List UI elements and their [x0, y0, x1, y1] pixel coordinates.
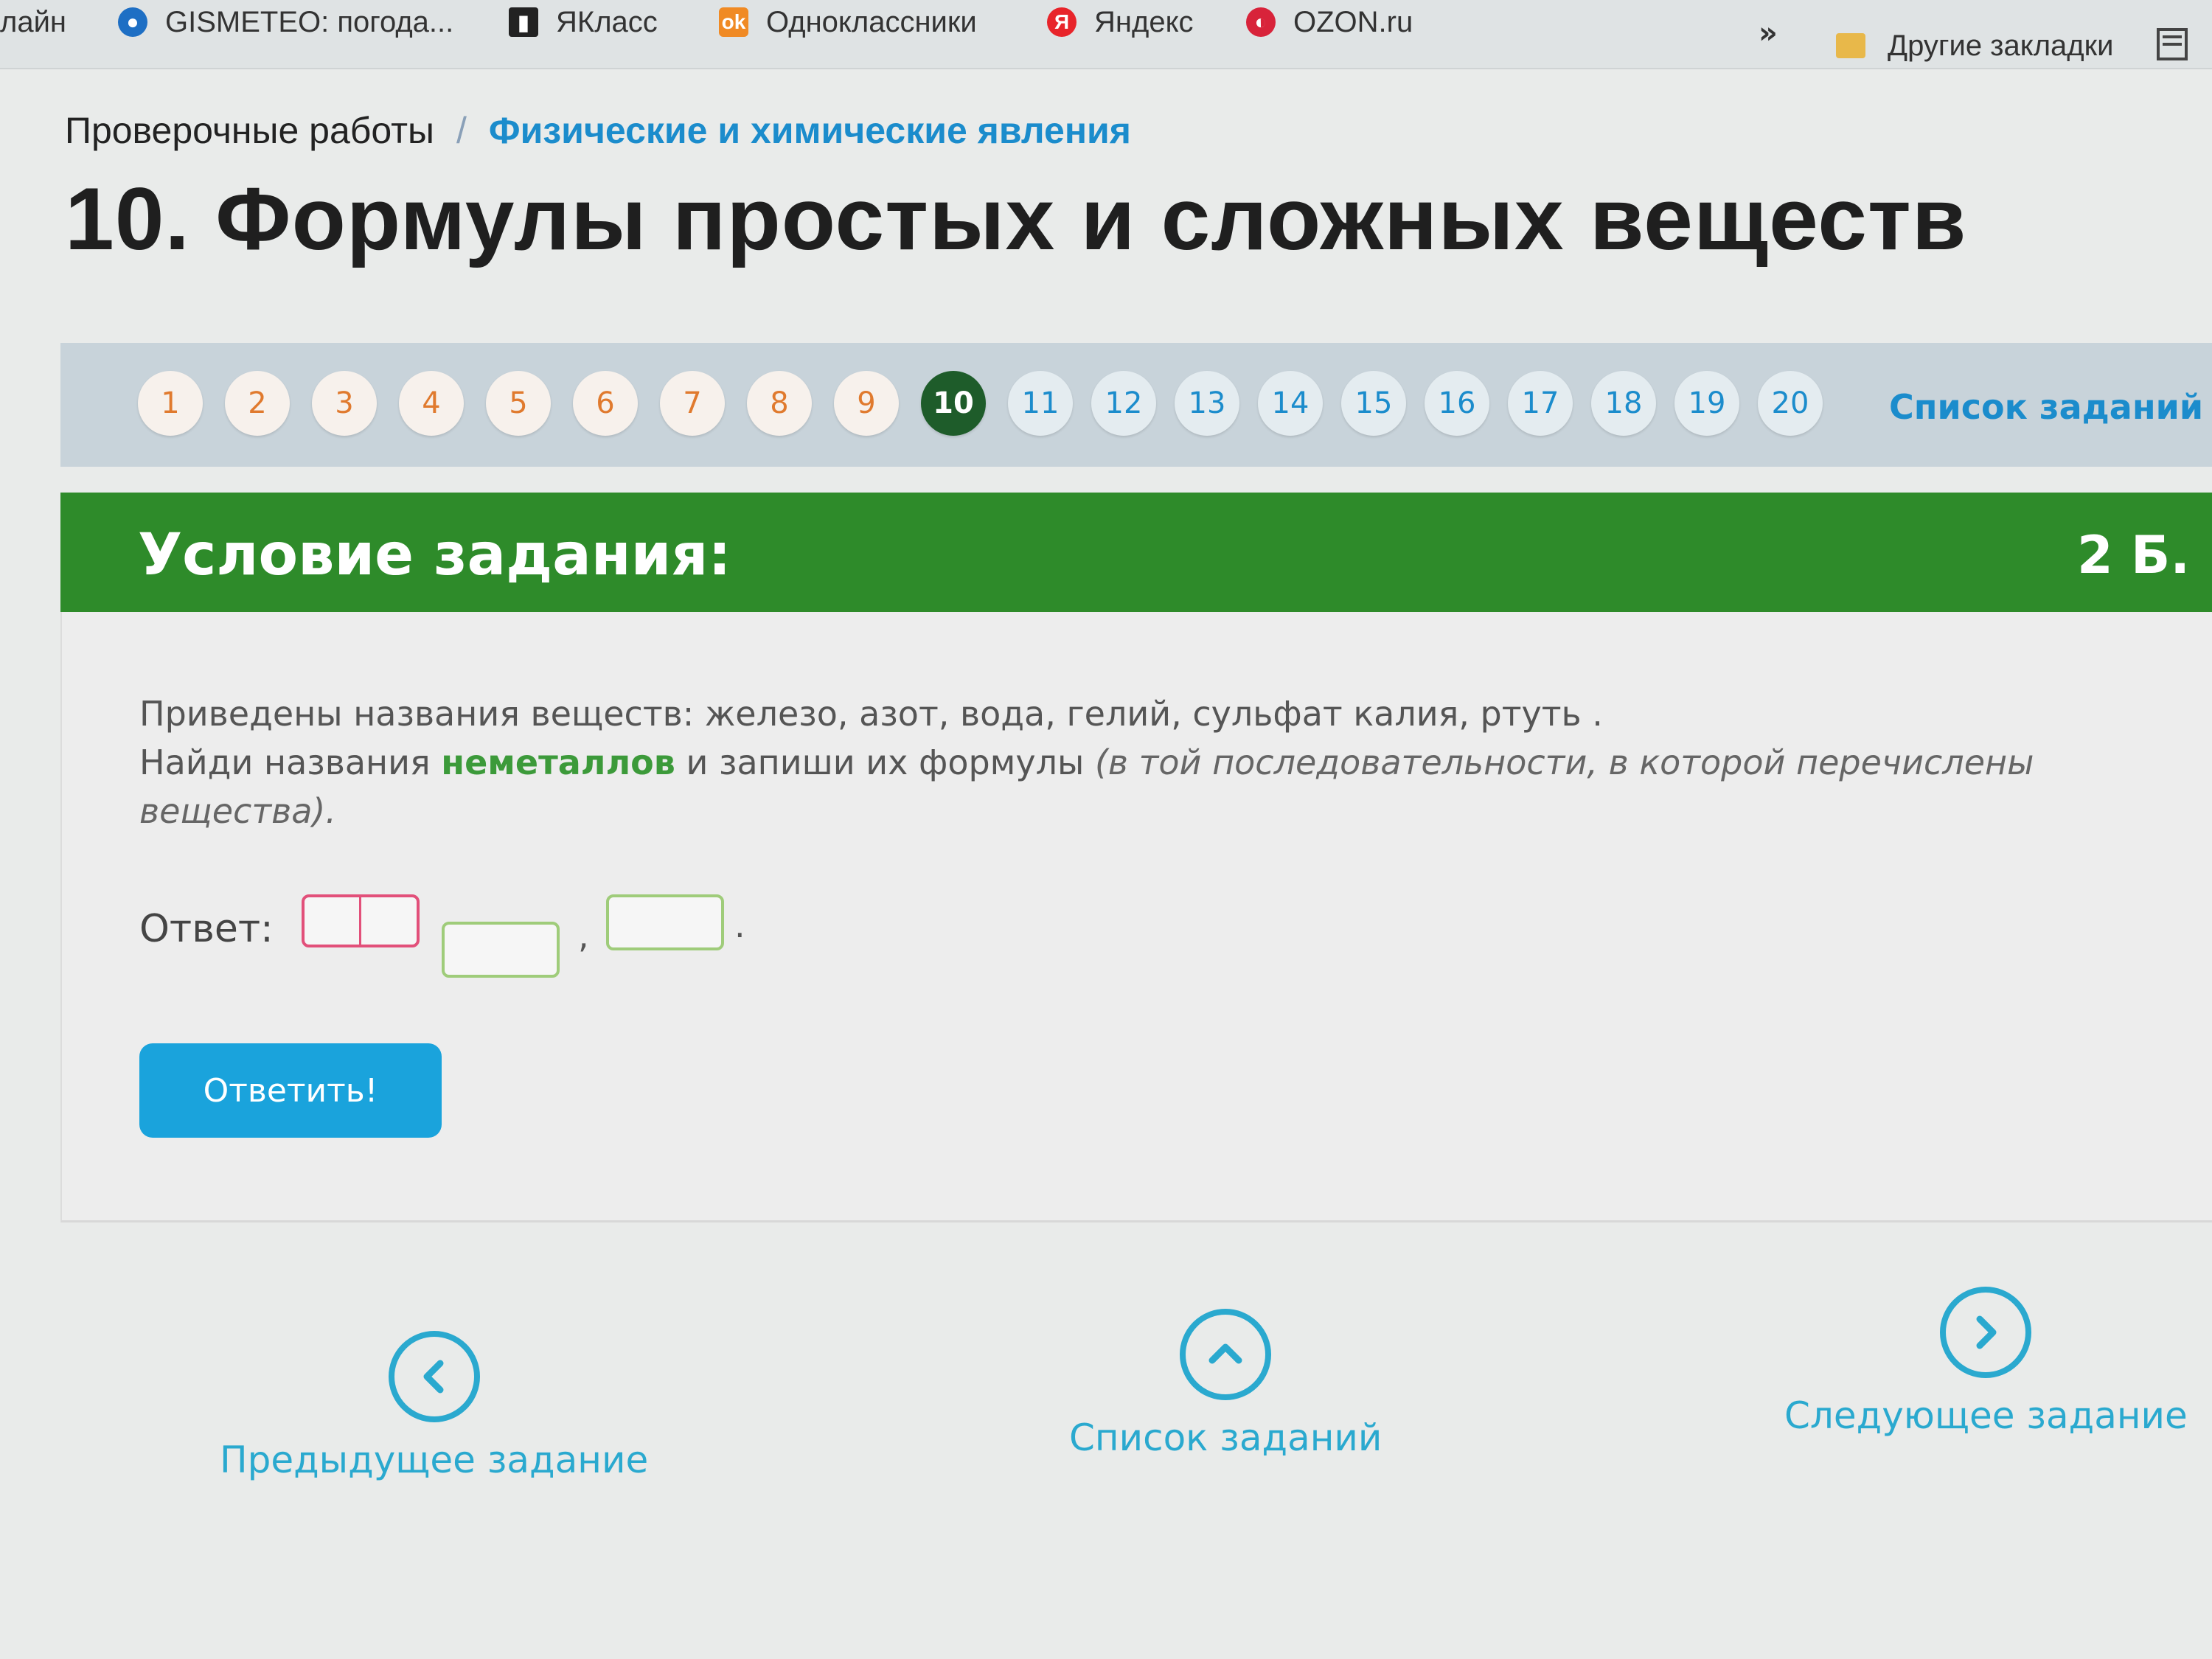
bookmark-yaklass[interactable]: ▮ ЯКласс: [509, 0, 658, 44]
points-badge: 2 Б.: [2076, 525, 2190, 585]
gismeteo-icon: ●: [118, 7, 147, 37]
task-number[interactable]: 20: [1758, 371, 1823, 436]
breadcrumb-separator: /: [456, 110, 467, 151]
task-number[interactable]: 18: [1591, 371, 1656, 436]
page-title: 10. Формулы простых и сложных веществ: [65, 170, 1967, 268]
ozon-icon: ◐: [1246, 7, 1276, 37]
task-number[interactable]: 5: [486, 371, 551, 436]
answer-input-1[interactable]: [302, 894, 420, 947]
task-number[interactable]: 15: [1341, 371, 1406, 436]
answer-comma: ,: [578, 916, 589, 956]
task-list-bottom-link[interactable]: Список заданий: [1069, 1309, 1382, 1459]
bookmark-partial[interactable]: лайн: [0, 0, 66, 44]
task-number[interactable]: 4: [399, 371, 464, 436]
next-task-label: Следующее задание: [1784, 1394, 2188, 1437]
other-bookmarks[interactable]: Другие закладки: [1836, 24, 2113, 68]
answer-label: Ответ:: [139, 907, 274, 951]
task-number[interactable]: 12: [1091, 371, 1156, 436]
answer-dot: .: [734, 905, 745, 945]
yaklass-icon: ▮: [509, 7, 538, 37]
task-number[interactable]: 19: [1674, 371, 1739, 436]
task-number[interactable]: 3: [312, 371, 377, 436]
bookmark-label: Яндекс: [1094, 5, 1194, 38]
condition-header: Условие задания: 2 Б.: [60, 493, 2212, 612]
task-number-nav: 1 2 3 4 5 6 7 8 9 10 11 12 13 14 15 16 1…: [60, 343, 2212, 467]
bookmark-odnoklassniki[interactable]: ok Одноклассники: [719, 0, 977, 44]
bookmark-yandex[interactable]: Я Яндекс: [1047, 0, 1194, 44]
task-content: Приведены названия веществ: железо, азот…: [60, 612, 2212, 1222]
folder-icon: [1836, 33, 1865, 58]
bookmark-label: лайн: [0, 5, 67, 38]
breadcrumb: Проверочные работы / Физические и химическ…: [65, 109, 1131, 152]
task-text-part: и запиши их формулы: [675, 742, 1095, 782]
task-text-part: Найди названия: [139, 742, 442, 782]
previous-task-label: Предыдущее задание: [220, 1439, 649, 1481]
previous-task-link[interactable]: Предыдущее задание: [220, 1331, 648, 1481]
answer-input-2[interactable]: [442, 922, 560, 978]
task-number[interactable]: 14: [1258, 371, 1323, 436]
bookmark-gismeteo[interactable]: ● GISMETEO: погода...: [118, 0, 453, 44]
bookmarks-bar: лайн ● GISMETEO: погода... ▮ ЯКласс ok О…: [0, 0, 2212, 69]
bookmark-label: Одноклассники: [766, 5, 977, 38]
input-divider: [359, 897, 361, 945]
task-number[interactable]: 7: [660, 371, 725, 436]
task-number-active[interactable]: 10: [921, 371, 986, 436]
task-text: Приведены названия веществ: железо, азот…: [139, 689, 2130, 835]
task-line-2: Найди названия неметаллов и запиши их фо…: [139, 738, 2130, 835]
task-list-label: Список заданий: [1069, 1416, 1382, 1459]
chevron-right-icon: [1940, 1287, 2032, 1378]
task-list-link[interactable]: Список заданий: [1889, 387, 2203, 427]
bookmark-ozon[interactable]: ◐ OZON.ru: [1246, 0, 1413, 44]
bookmark-label: OZON.ru: [1293, 5, 1413, 38]
task-number[interactable]: 16: [1425, 371, 1489, 436]
yandex-icon: Я: [1047, 7, 1077, 37]
reading-list-icon[interactable]: [2157, 28, 2188, 60]
bookmark-label: GISMETEO: погода...: [165, 5, 454, 38]
task-number[interactable]: 6: [573, 371, 638, 436]
next-task-link[interactable]: Следующее задание: [1784, 1287, 2188, 1437]
breadcrumb-current[interactable]: Физические и химические явления: [489, 110, 1131, 151]
task-number[interactable]: 8: [747, 371, 812, 436]
task-line-1: Приведены названия веществ: железо, азот…: [139, 694, 1603, 734]
bookmark-label: ЯКласс: [556, 5, 658, 38]
bookmarks-overflow-icon[interactable]: »: [1759, 16, 1778, 50]
breadcrumb-parent[interactable]: Проверочные работы: [65, 110, 434, 151]
chevron-left-icon: [388, 1331, 480, 1422]
odnoklassniki-icon: ok: [719, 7, 748, 37]
task-number[interactable]: 9: [834, 371, 899, 436]
task-number[interactable]: 1: [138, 371, 203, 436]
task-number[interactable]: 11: [1008, 371, 1073, 436]
task-number[interactable]: 2: [225, 371, 290, 436]
submit-answer-button[interactable]: Ответить!: [139, 1043, 442, 1138]
task-highlight: неметаллов: [441, 742, 675, 782]
condition-title: Условие задания:: [138, 522, 731, 588]
task-number[interactable]: 13: [1175, 371, 1239, 436]
other-bookmarks-label: Другие закладки: [1888, 29, 2114, 62]
task-number[interactable]: 17: [1508, 371, 1573, 436]
answer-input-3[interactable]: [606, 894, 724, 950]
chevron-up-icon: [1180, 1309, 1272, 1400]
